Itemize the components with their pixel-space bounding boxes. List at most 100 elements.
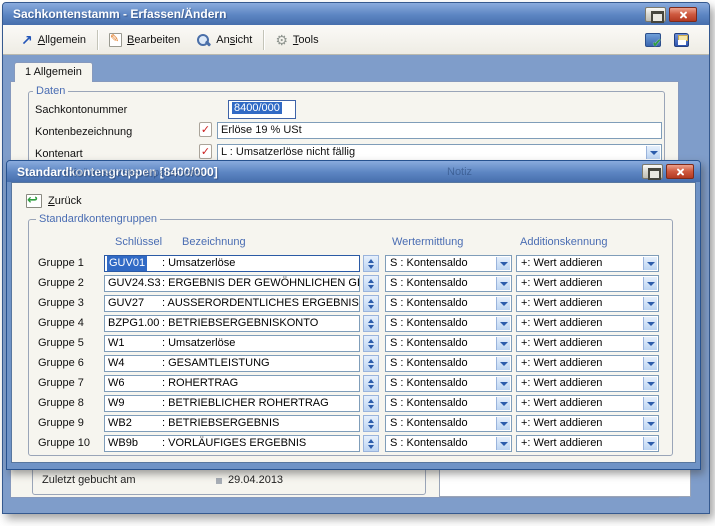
group-rows: Gruppe 1 GUV01 : Umsatzerlöse S : Konten…: [29, 254, 672, 454]
group-key-input[interactable]: W6 : ROHERTRAG: [104, 375, 360, 392]
kontenart-select[interactable]: L : Umsatzerlöse nicht fällig: [217, 144, 662, 161]
spinner-icon[interactable]: [363, 295, 379, 312]
menu-allgemein[interactable]: ↗ Allgemein: [13, 30, 94, 50]
dropdown-arrow-icon[interactable]: [643, 397, 657, 410]
maximize-icon[interactable]: [645, 7, 666, 22]
gear-icon: ⚙: [275, 33, 288, 47]
group-row-label: Gruppe 5: [38, 337, 84, 349]
wertermittlung-select[interactable]: S : Kontensaldo: [385, 255, 512, 272]
dropdown-arrow-icon[interactable]: [496, 257, 510, 270]
additionskennung-select[interactable]: +: Wert addieren: [516, 395, 659, 412]
dropdown-arrow-icon[interactable]: [496, 337, 510, 350]
dropdown-arrow-icon[interactable]: [643, 317, 657, 330]
group-key-input[interactable]: GUV27 : AUSSERORDENTLICHES ERGEBNIS: [104, 295, 360, 312]
dropdown-arrow-icon[interactable]: [496, 357, 510, 370]
additionskennung-value: +: Wert addieren: [521, 416, 602, 431]
dropdown-arrow-icon[interactable]: [643, 297, 657, 310]
additionskennung-select[interactable]: +: Wert addieren: [516, 255, 659, 272]
spinner-icon[interactable]: [363, 355, 379, 372]
dropdown-arrow-icon[interactable]: [496, 297, 510, 310]
column-header-additionskennung: Additionskennung: [520, 236, 607, 248]
group-description-value: : GESAMTLEISTUNG: [162, 356, 270, 371]
dropdown-arrow-icon[interactable]: [496, 397, 510, 410]
spinner-icon[interactable]: [363, 255, 379, 272]
spinner-icon[interactable]: [363, 395, 379, 412]
apply-icon[interactable]: ✔: [645, 33, 661, 47]
kontenart-check-icon[interactable]: ✓: [199, 144, 212, 159]
group-key-input[interactable]: WB9b : VORLÄUFIGES ERGEBNIS: [104, 435, 360, 452]
additionskennung-select[interactable]: +: Wert addieren: [516, 435, 659, 452]
main-window-titlebar[interactable]: Sachkontenstamm - Erfassen/Ändern: [3, 3, 709, 25]
kontenart-label: Kontenart: [35, 148, 83, 160]
arrow-up-right-icon: ↗: [21, 33, 33, 47]
additionskennung-select[interactable]: +: Wert addieren: [516, 415, 659, 432]
additionskennung-select[interactable]: +: Wert addieren: [516, 355, 659, 372]
group-key-input[interactable]: W4 : GESAMTLEISTUNG: [104, 355, 360, 372]
dropdown-arrow-icon[interactable]: [643, 257, 657, 270]
sachkontonummer-input[interactable]: 8400/000: [228, 100, 296, 119]
additionskennung-select[interactable]: +: Wert addieren: [516, 295, 659, 312]
group-key-input[interactable]: W1 : Umsatzerlöse: [104, 335, 360, 352]
menu-tools[interactable]: ⚙ Tools: [267, 30, 326, 50]
spinner-icon[interactable]: [363, 375, 379, 392]
wertermittlung-select[interactable]: S : Kontensaldo: [385, 435, 512, 452]
sachkontonummer-label: Sachkontonummer: [35, 104, 127, 116]
group-key-input[interactable]: W9 : BETRIEBLICHER ROHERTRAG: [104, 395, 360, 412]
dropdown-arrow-icon[interactable]: [643, 377, 657, 390]
dropdown-arrow-icon[interactable]: [643, 417, 657, 430]
dialog-maximize-icon[interactable]: [642, 164, 663, 179]
dropdown-arrow-icon[interactable]: [643, 357, 657, 370]
dropdown-arrow-icon[interactable]: [496, 377, 510, 390]
spinner-icon[interactable]: [363, 335, 379, 352]
zuletzt-gebucht-label: Zuletzt gebucht am: [42, 474, 136, 486]
additionskennung-select[interactable]: +: Wert addieren: [516, 375, 659, 392]
group-key-input[interactable]: GUV01 : Umsatzerlöse: [104, 255, 360, 272]
wertermittlung-select[interactable]: S : Kontensaldo: [385, 315, 512, 332]
spinner-icon[interactable]: [363, 275, 379, 292]
dropdown-arrow-icon[interactable]: [496, 437, 510, 450]
table-row: Gruppe 3 GUV27 : AUSSERORDENTLICHES ERGE…: [29, 294, 672, 314]
tab-allgemein[interactable]: 1 Allgemein: [14, 62, 93, 82]
group-key-input[interactable]: GUV24.S3 : ERGEBNIS DER GEWÖHNLICHEN GES: [104, 275, 360, 292]
close-icon[interactable]: [669, 7, 697, 22]
group-row-label: Gruppe 4: [38, 317, 84, 329]
wertermittlung-select[interactable]: S : Kontensaldo: [385, 375, 512, 392]
dropdown-arrow-icon[interactable]: [643, 437, 657, 450]
menu-ansicht[interactable]: Ansicht: [188, 30, 260, 50]
wertermittlung-select[interactable]: S : Kontensaldo: [385, 415, 512, 432]
dropdown-arrow-icon[interactable]: [643, 277, 657, 290]
dropdown-arrow-icon[interactable]: [646, 146, 660, 159]
group-key-input[interactable]: BZPG1.00 : BETRIEBSERGEBNISKONTO: [104, 315, 360, 332]
spinner-icon[interactable]: [363, 435, 379, 452]
group-description-value: : BETRIEBLICHER ROHERTRAG: [162, 396, 329, 411]
menu-bearbeiten[interactable]: ✎ Bearbeiten: [101, 30, 188, 50]
dropdown-arrow-icon[interactable]: [496, 277, 510, 290]
zurueck-button[interactable]: ↩ Zurück: [22, 192, 86, 210]
wertermittlung-select[interactable]: S : Kontensaldo: [385, 355, 512, 372]
dropdown-arrow-icon[interactable]: [643, 337, 657, 350]
group-description-value: : BETRIEBSERGEBNIS: [162, 416, 279, 431]
save-icon[interactable]: [674, 33, 689, 47]
wertermittlung-select[interactable]: S : Kontensaldo: [385, 295, 512, 312]
wertermittlung-select[interactable]: S : Kontensaldo: [385, 275, 512, 292]
additionskennung-select[interactable]: +: Wert addieren: [516, 315, 659, 332]
spinner-icon[interactable]: [363, 315, 379, 332]
additionskennung-select[interactable]: +: Wert addieren: [516, 275, 659, 292]
dialog-close-icon[interactable]: [666, 164, 694, 179]
kontenbezeichnung-check-icon[interactable]: ✓: [199, 122, 212, 137]
wertermittlung-select[interactable]: S : Kontensaldo: [385, 335, 512, 352]
wertermittlung-value: S : Kontensaldo: [390, 256, 468, 271]
group-description-value: : BETRIEBSERGEBNISKONTO: [162, 316, 318, 331]
wertermittlung-value: S : Kontensaldo: [390, 276, 468, 291]
zuletzt-gebucht-value: 29.04.2013: [228, 474, 283, 486]
wertermittlung-value: S : Kontensaldo: [390, 436, 468, 451]
group-key-input[interactable]: WB2 : BETRIEBSERGEBNIS: [104, 415, 360, 432]
dropdown-arrow-icon[interactable]: [496, 417, 510, 430]
wertermittlung-select[interactable]: S : Kontensaldo: [385, 395, 512, 412]
menu-ansicht-label: Ansicht: [216, 34, 252, 46]
toolbar-right-icons: ✔: [645, 33, 699, 47]
spinner-icon[interactable]: [363, 415, 379, 432]
kontenbezeichnung-input[interactable]: Erlöse 19 % USt: [217, 122, 662, 139]
additionskennung-select[interactable]: +: Wert addieren: [516, 335, 659, 352]
dropdown-arrow-icon[interactable]: [496, 317, 510, 330]
